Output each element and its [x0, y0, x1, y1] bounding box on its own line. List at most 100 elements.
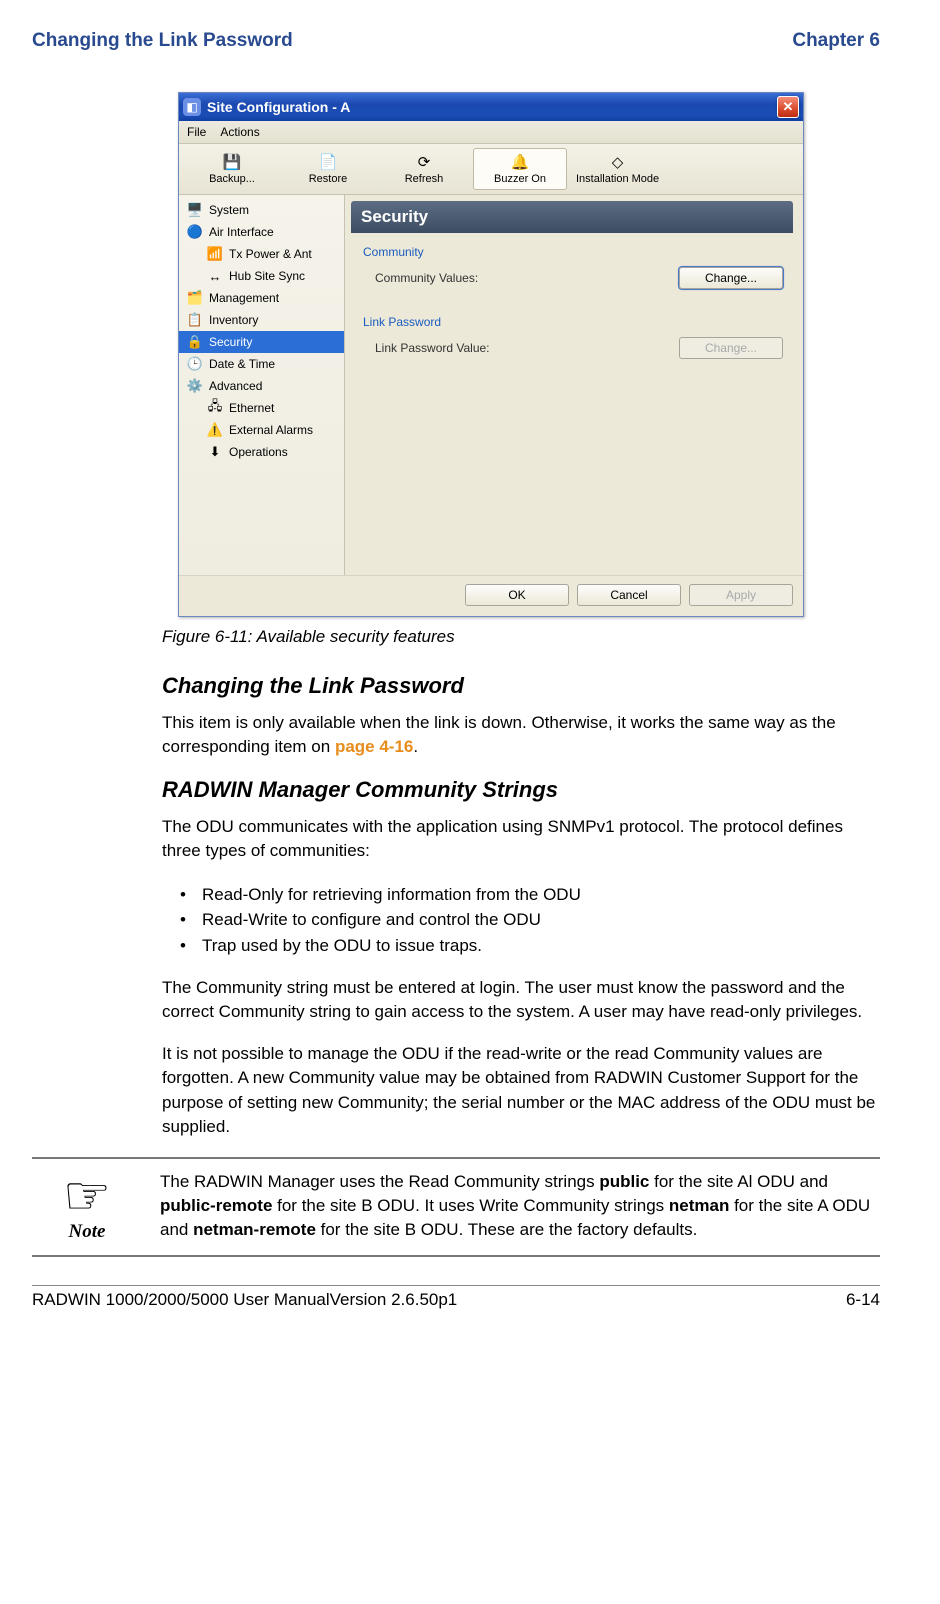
bullet-icon: •: [180, 882, 188, 908]
linkpw-value-label: Link Password Value:: [375, 341, 669, 355]
inventory-icon: 📋: [187, 312, 203, 328]
sidebar-item-tx-power[interactable]: 📶 Tx Power & Ant: [179, 243, 344, 265]
toolbar-buzzer[interactable]: 🔔 Buzzer On: [473, 148, 567, 190]
text-fragment: for the site Al ODU and: [649, 1172, 828, 1191]
toolbar-install-label: Installation Mode: [576, 173, 659, 185]
menu-file[interactable]: File: [187, 125, 206, 139]
header-right: Chapter 6: [792, 30, 880, 52]
apply-button: Apply: [689, 584, 793, 606]
note-label: Note: [69, 1221, 106, 1243]
sidebar-label: Ethernet: [229, 401, 274, 415]
text-fragment: This item is only available when the lin…: [162, 713, 836, 756]
sidebar-item-external-alarms[interactable]: ⚠️External Alarms: [179, 419, 344, 441]
sidebar-label: External Alarms: [229, 423, 313, 437]
figure-caption: Figure 6-11: Available security features: [162, 627, 880, 647]
list-item: • Read-Write to configure and control the…: [162, 907, 880, 933]
group-linkpw-legend: Link Password: [363, 315, 783, 329]
bold-text: netman: [669, 1196, 729, 1215]
cancel-button[interactable]: Cancel: [577, 584, 681, 606]
toolbar-buzzer-label: Buzzer On: [494, 173, 546, 185]
footer-left: RADWIN 1000/2000/5000 User ManualVersion…: [32, 1290, 457, 1310]
sidebar-label: Tx Power & Ant: [229, 247, 312, 261]
bold-text: netman-remote: [193, 1220, 316, 1239]
sidebar-item-management[interactable]: 🗂️ Management: [179, 287, 344, 309]
sidebar: 🖥️System 🔵Air Interface 📶Tx Power & Ant …: [179, 195, 345, 575]
toolbar-backup[interactable]: 💾 Backup...: [185, 148, 279, 190]
restore-icon: 📄: [319, 153, 337, 171]
sidebar-item-operations[interactable]: ⬇ Operations: [179, 441, 344, 463]
section-heading-community: RADWIN Manager Community Strings: [162, 777, 880, 803]
toolbar-restore-label: Restore: [309, 173, 348, 185]
sidebar-item-date-time[interactable]: 🕒 Date & Time: [179, 353, 344, 375]
toolbar-refresh[interactable]: ⟳ Refresh: [377, 148, 471, 190]
text-fragment: The RADWIN Manager uses the Read Communi…: [160, 1172, 599, 1191]
section1-paragraph: This item is only available when the lin…: [162, 711, 880, 759]
sidebar-label: Inventory: [209, 313, 258, 327]
page-link[interactable]: page 4-16: [335, 737, 413, 756]
bullet-text: Read-Write to configure and control the …: [202, 907, 541, 933]
section2-p2: The Community string must be entered at …: [162, 976, 880, 1024]
diamond-icon: ◇: [609, 153, 627, 171]
app-icon: ◧: [183, 98, 201, 116]
sidebar-item-ethernet[interactable]: 🖧Ethernet: [179, 397, 344, 419]
sidebar-label: Advanced: [209, 379, 262, 393]
toolbar-backup-label: Backup...: [209, 173, 255, 185]
bullet-text: Read-Only for retrieving information fro…: [202, 882, 581, 908]
community-change-button[interactable]: Change...: [679, 267, 783, 289]
close-icon[interactable]: ✕: [777, 96, 799, 118]
group-community: Community Community Values: Change...: [357, 243, 789, 299]
text-fragment: for the site B ODU. These are the factor…: [316, 1220, 697, 1239]
ok-button[interactable]: OK: [465, 584, 569, 606]
bullet-list: • Read-Only for retrieving information fr…: [162, 882, 880, 959]
dialog-button-row: OK Cancel Apply: [179, 575, 803, 616]
sidebar-item-advanced[interactable]: ⚙️ Advanced: [179, 375, 344, 397]
bold-text: public-remote: [160, 1196, 272, 1215]
sync-icon: ↔: [207, 268, 223, 284]
text-fragment: .: [413, 737, 418, 756]
sidebar-item-hub-sync[interactable]: ↔Hub Site Sync: [179, 265, 344, 287]
sidebar-item-security[interactable]: 🔒 Security: [179, 331, 344, 353]
management-icon: 🗂️: [187, 290, 203, 306]
list-item: • Trap used by the ODU to issue traps.: [162, 933, 880, 959]
air-icon: 🔵: [187, 224, 203, 240]
panel-heading: Security: [351, 201, 793, 233]
refresh-icon: ⟳: [415, 153, 433, 171]
linkpw-change-button: Change...: [679, 337, 783, 359]
section2-p1: The ODU communicates with the applicatio…: [162, 815, 880, 863]
sidebar-label: Security: [209, 335, 252, 349]
save-icon: 💾: [223, 153, 241, 171]
community-values-label: Community Values:: [375, 271, 669, 285]
pointing-hand-icon: ☞: [63, 1169, 111, 1223]
toolbar-install-mode[interactable]: ◇ Installation Mode: [569, 148, 666, 190]
system-icon: 🖥️: [187, 202, 203, 218]
toolbar-refresh-label: Refresh: [405, 173, 444, 185]
section-heading-linkpw: Changing the Link Password: [162, 673, 880, 699]
bullet-text: Trap used by the ODU to issue traps.: [202, 933, 482, 959]
sidebar-label: Management: [209, 291, 279, 305]
antenna-icon: 📶: [207, 246, 223, 262]
bell-icon: 🔔: [511, 153, 529, 171]
sidebar-item-inventory[interactable]: 📋 Inventory: [179, 309, 344, 331]
sidebar-label: Operations: [229, 445, 288, 459]
menubar: File Actions: [179, 121, 803, 144]
toolbar-restore[interactable]: 📄 Restore: [281, 148, 375, 190]
clock-icon: 🕒: [187, 356, 203, 372]
sidebar-label: System: [209, 203, 249, 217]
gear-icon: ⚙️: [187, 378, 203, 394]
bullet-icon: •: [180, 907, 188, 933]
text-fragment: for the site B ODU. It uses Write Commun…: [272, 1196, 668, 1215]
content-panel: Security Community Community Values: Cha…: [345, 195, 803, 575]
sidebar-label: Date & Time: [209, 357, 275, 371]
download-icon: ⬇: [207, 444, 223, 460]
sidebar-item-air-interface[interactable]: 🔵Air Interface: [179, 221, 344, 243]
lock-icon: 🔒: [187, 334, 203, 350]
menu-actions[interactable]: Actions: [220, 125, 259, 139]
note-text: The RADWIN Manager uses the Read Communi…: [160, 1170, 880, 1242]
app-window: ◧ Site Configuration - A ✕ File Actions …: [178, 92, 804, 617]
bold-text: public: [599, 1172, 649, 1191]
window-title: Site Configuration - A: [207, 99, 777, 115]
bullet-icon: •: [180, 933, 188, 959]
sidebar-item-system[interactable]: 🖥️ System: [179, 199, 344, 221]
section2-p3: It is not possible to manage the ODU if …: [162, 1042, 880, 1139]
footer-right: 6-14: [846, 1290, 880, 1310]
